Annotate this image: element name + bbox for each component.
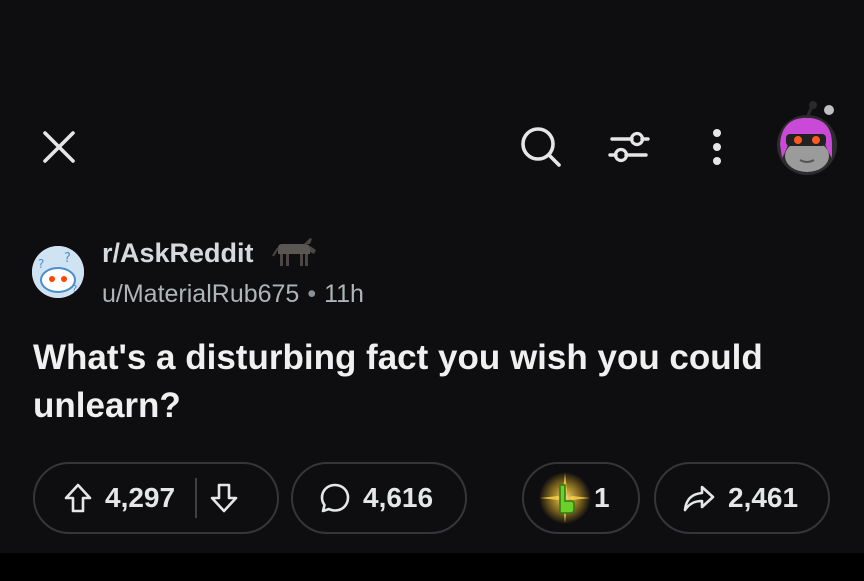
post-age: 11h [324, 280, 364, 308]
user-avatar[interactable] [772, 100, 838, 178]
award-button[interactable]: 1 [522, 462, 640, 534]
share-count: 2,461 [728, 482, 799, 513]
close-icon[interactable] [36, 124, 82, 170]
action-bar: 4,297 4,616 1 2,461 [0, 462, 864, 536]
top-bar [0, 0, 864, 200]
comments-button[interactable]: 4,616 [291, 462, 467, 534]
svg-text:?: ? [38, 257, 44, 271]
vote-pill: 4,297 [33, 462, 279, 534]
upvote-count: 4,297 [105, 482, 176, 513]
more-vertical-icon[interactable] [697, 122, 737, 172]
upvote-icon[interactable] [63, 482, 93, 514]
donkey-flair-icon [270, 236, 318, 268]
post-header: ? ? ? r/AskReddit u/MaterialRub675 • 11h [32, 232, 632, 312]
filter-icon[interactable] [604, 122, 654, 172]
comment-count: 4,616 [363, 482, 434, 513]
author-name[interactable]: u/MaterialRub675 [102, 280, 299, 308]
meta-separator: • [307, 280, 317, 308]
search-icon[interactable] [516, 122, 566, 172]
comment-icon [319, 482, 351, 514]
award-icon [538, 471, 592, 525]
svg-text:?: ? [72, 284, 77, 295]
svg-text:?: ? [64, 251, 71, 266]
post-meta: u/MaterialRub675 • 11h [102, 280, 364, 309]
share-button[interactable]: 2,461 [654, 462, 830, 534]
post-title[interactable]: What's a disturbing fact you wish you co… [33, 334, 833, 430]
award-count: 1 [594, 482, 610, 513]
vote-divider [195, 478, 198, 518]
subreddit-name[interactable]: r/AskReddit [102, 238, 254, 269]
share-icon [682, 483, 716, 513]
subreddit-icon[interactable]: ? ? ? [32, 246, 84, 298]
bottom-divider [0, 553, 864, 581]
downvote-icon[interactable] [209, 482, 239, 514]
